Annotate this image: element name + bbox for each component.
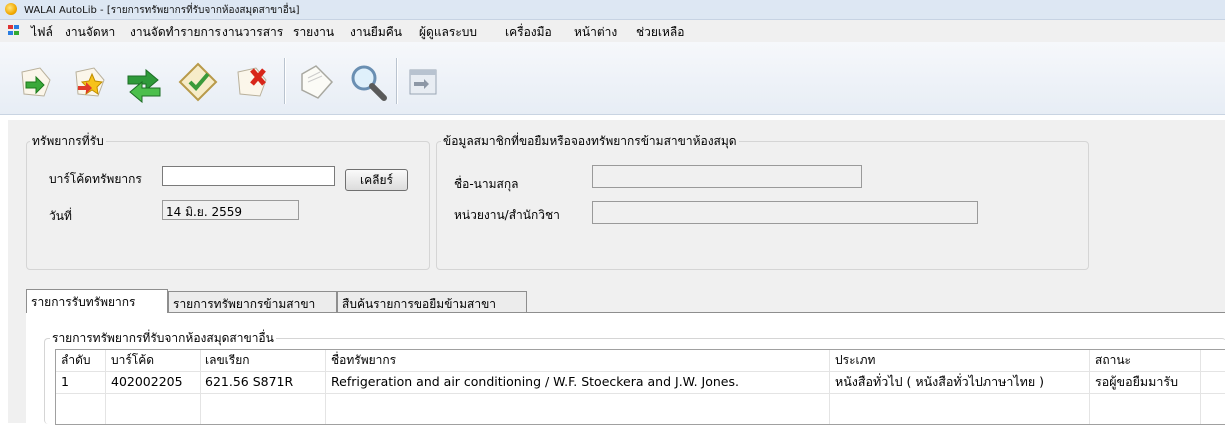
cell-barcode: 402002205 bbox=[111, 374, 183, 389]
member-dept-field bbox=[592, 201, 978, 224]
cell-type: หนังสือทั่วไป ( หนังสือทั่วไปภาษาไทย ) bbox=[835, 374, 1045, 389]
column-header-status[interactable]: สถานะ bbox=[1095, 350, 1131, 370]
table-row[interactable]: 1 402002205 621.56 S871R Refrigeration a… bbox=[56, 371, 1225, 393]
checkmark-icon[interactable] bbox=[176, 60, 220, 104]
menu-bar: ไฟล์ งานจัดหา งานจัดทำรายการ งานวารสาร ร… bbox=[0, 20, 1225, 42]
column-header-barcode[interactable]: บาร์โค้ด bbox=[111, 350, 154, 370]
list-group-title: รายการทรัพยากรที่รับจากห้องสมุดสาขาอื่น bbox=[50, 329, 276, 348]
document-icon[interactable] bbox=[294, 60, 338, 104]
title-bar: WALAI AutoLib - [รายการทรัพยากรที่รับจาก… bbox=[0, 0, 1225, 20]
new-icon[interactable] bbox=[14, 60, 58, 104]
mdi-window-icon[interactable] bbox=[8, 25, 20, 36]
cell-status: รอผู้ขอยืมมารับ bbox=[1095, 374, 1179, 389]
toolbar-separator bbox=[396, 58, 398, 104]
tab-receive[interactable]: รายการรับทรัพยากร bbox=[26, 289, 168, 313]
menu-help[interactable]: ช่วยเหลือ bbox=[636, 23, 685, 42]
app-logo-icon bbox=[5, 3, 17, 15]
date-label: วันที่ bbox=[49, 209, 72, 223]
cell-callno: 621.56 S871R bbox=[205, 374, 294, 389]
menu-acquisition[interactable]: งานจัดหา bbox=[65, 23, 115, 42]
menu-file[interactable]: ไฟล์ bbox=[31, 23, 53, 42]
menu-admin[interactable]: ผู้ดูแลระบบ bbox=[419, 23, 477, 42]
row-divider bbox=[56, 393, 1225, 394]
favorite-icon[interactable] bbox=[68, 60, 112, 104]
menu-window[interactable]: หน้าต่าง bbox=[574, 23, 617, 42]
column-header-no[interactable]: ลำดับ bbox=[61, 350, 91, 370]
resources-table: ลำดับ บาร์โค้ด เลขเรียก ชื่อทรัพยากร ประ… bbox=[55, 349, 1225, 425]
barcode-label: บาร์โค้ดทรัพยากร bbox=[49, 172, 142, 186]
menu-cataloging[interactable]: งานจัดทำรายการ bbox=[130, 23, 221, 42]
date-field: 14 มิ.ย. 2559 bbox=[162, 200, 299, 220]
column-header-type[interactable]: ประเภท bbox=[835, 350, 875, 370]
toolbar-separator bbox=[284, 58, 286, 104]
member-name-field bbox=[592, 165, 862, 188]
member-name-label: ชื่อ-นามสกุล bbox=[454, 177, 519, 191]
toolbar bbox=[0, 42, 1225, 115]
tab-search-requests[interactable]: สืบค้นรายการขอยืมข้ามสาขา bbox=[337, 291, 527, 313]
cell-title: Refrigeration and air conditioning / W.F… bbox=[331, 374, 739, 389]
export-icon[interactable] bbox=[402, 60, 446, 104]
menu-reports[interactable]: รายงาน bbox=[293, 23, 334, 42]
member-dept-label: หน่วยงาน/สำนักวิชา bbox=[454, 208, 560, 222]
tab-cross-branch[interactable]: รายการทรัพยากรข้ามสาขา bbox=[168, 291, 337, 313]
received-group-title: ทรัพยากรที่รับ bbox=[30, 132, 106, 151]
barcode-input[interactable] bbox=[162, 166, 335, 186]
menu-tools[interactable]: เครื่องมือ bbox=[505, 23, 552, 42]
menu-serials[interactable]: งานวารสาร bbox=[222, 23, 283, 42]
menu-circulation[interactable]: งานยืมคืน bbox=[350, 23, 402, 42]
window-title: WALAI AutoLib - [รายการทรัพยากรที่รับจาก… bbox=[24, 5, 300, 16]
clear-button[interactable]: เคลียร์ bbox=[345, 169, 408, 191]
column-header-title[interactable]: ชื่อทรัพยากร bbox=[331, 350, 396, 370]
column-header-callno[interactable]: เลขเรียก bbox=[205, 350, 250, 370]
member-group-title: ข้อมูลสมาชิกที่ขอยืมหรือจองทรัพยากรข้ามส… bbox=[441, 132, 739, 151]
delete-icon[interactable] bbox=[230, 60, 274, 104]
cell-no: 1 bbox=[61, 374, 69, 389]
search-icon[interactable] bbox=[346, 60, 390, 104]
exchange-icon[interactable] bbox=[122, 60, 166, 104]
